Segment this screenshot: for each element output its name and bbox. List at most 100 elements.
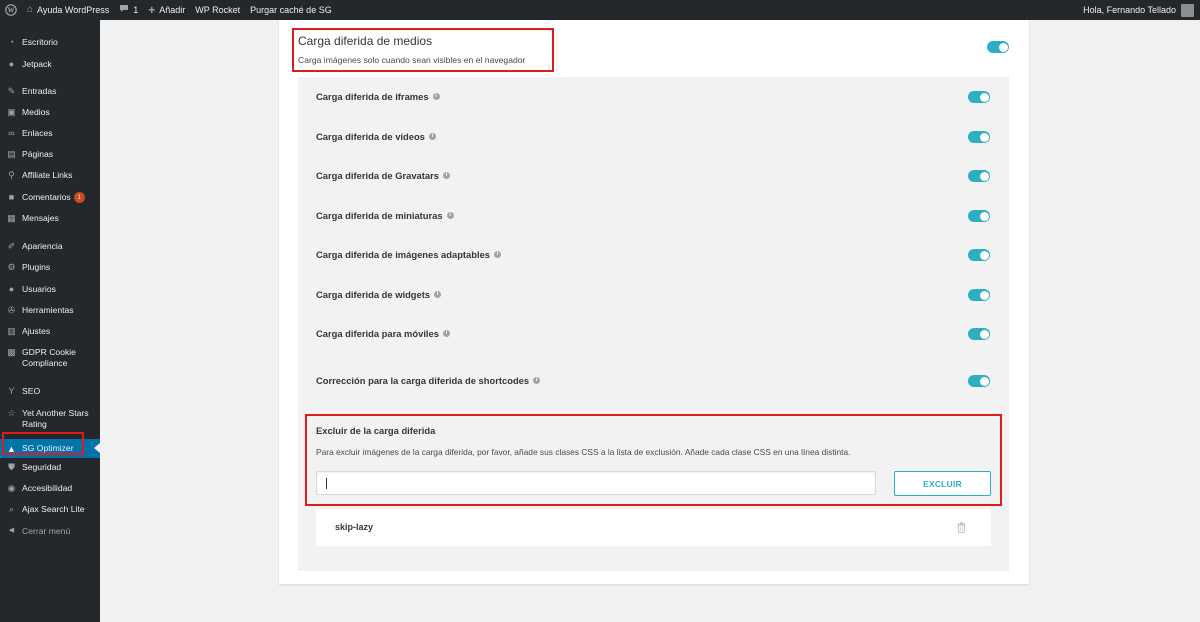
lazy-load-media-description: Carga imágenes solo cuando sean visibles…: [298, 55, 526, 65]
purge-cache-link[interactable]: Purgar caché de SG: [245, 0, 337, 20]
sidebar-item-jetpack[interactable]: ● Jetpack: [0, 59, 100, 70]
option-label: Corrección para la carga diferida de sho…: [316, 375, 530, 386]
info-icon[interactable]: i: [494, 251, 502, 258]
info-icon[interactable]: i: [442, 330, 450, 337]
sidebar-item-label: Ajax Search Lite: [22, 504, 85, 514]
comments-link[interactable]: 1: [114, 0, 143, 20]
media-icon: ▣: [7, 107, 16, 117]
option-toggle[interactable]: [968, 91, 990, 103]
sidebar-item-apariencia[interactable]: ✐ Apariencia: [0, 241, 100, 252]
sidebar-item-plugins[interactable]: ⚙ Plugins: [0, 262, 100, 273]
option-toggle[interactable]: [968, 249, 990, 261]
option-row-label: Carga diferida de iframes i: [316, 91, 440, 102]
option-label: Carga diferida de vídeos: [316, 131, 425, 142]
sidebar-item-label: Plugins: [22, 262, 51, 272]
option-row-label: Carga diferida de vídeos i: [316, 131, 436, 142]
option-label: Carga diferida de Gravatars: [316, 170, 439, 181]
trash-icon[interactable]: [957, 522, 966, 533]
admin-bar: W ⌂ Ayuda WordPress 1 + Añadir WP Rocket…: [0, 0, 1200, 20]
new-content-link[interactable]: + Añadir: [143, 0, 190, 20]
sidebar-item-seo[interactable]: Y SEO: [0, 386, 100, 397]
option-row-label: Carga diferida de imágenes adaptables i: [316, 249, 502, 260]
lazy-load-options-panel: [298, 77, 1009, 571]
site-name: Ayuda WordPress: [37, 5, 110, 15]
seo-icon: Y: [8, 386, 15, 396]
sidebar-item-yet-another-stars-rating[interactable]: ☆ Yet Another Stars Rating: [0, 408, 100, 430]
sidebar-item-label-wrap: Comentarios 1: [22, 192, 85, 203]
affiliate-link-icon: ⚲: [8, 170, 15, 180]
sidebar-item-label: Escritorio: [22, 37, 58, 47]
option-toggle[interactable]: [968, 328, 990, 340]
excluded-class-item: skip-lazy: [316, 509, 991, 546]
sidebar-item-ajustes[interactable]: ▥ Ajustes: [0, 326, 100, 337]
sidebar-item-accesibilidad[interactable]: ◉ Accesibilidad: [0, 483, 100, 494]
wrench-icon: ✇: [7, 305, 16, 315]
info-icon[interactable]: i: [428, 133, 436, 140]
option-row-label: Carga diferida para móviles i: [316, 328, 450, 339]
comments-count: 1: [133, 5, 139, 15]
admin-sidebar: ◔ Escritorio ● Jetpack ✎ Entradas ▣ Medios ∞ Enla…: [0, 20, 100, 622]
site-name-link[interactable]: ⌂ Ayuda WordPress: [22, 0, 114, 20]
sidebar-item-mensajes[interactable]: ▦ Mensajes: [0, 213, 100, 224]
active-menu-arrow: [94, 443, 100, 453]
sidebar-item-herramientas[interactable]: ✇ Herramientas: [0, 305, 100, 316]
sidebar-item-label: Jetpack: [22, 59, 52, 69]
settings-icon: ▥: [7, 326, 16, 336]
sidebar-item-comentarios[interactable]: ■ Comentarios 1: [0, 192, 100, 203]
avatar: [1181, 3, 1194, 17]
option-toggle[interactable]: [968, 131, 990, 143]
option-toggle[interactable]: [968, 170, 990, 182]
sidebar-item-páginas[interactable]: ▤ Páginas: [0, 149, 100, 160]
option-label: Carga diferida de iframes: [316, 91, 429, 102]
sidebar-item-label: Herramientas: [22, 305, 74, 315]
page-icon: ▤: [7, 149, 16, 159]
info-icon[interactable]: i: [533, 377, 541, 384]
sidebar-item-enlaces[interactable]: ∞ Enlaces: [0, 128, 100, 139]
greeting: Hola, Fernando Tellado: [1083, 5, 1176, 15]
sidebar-item-label: Cerrar menú: [22, 526, 71, 536]
option-toggle[interactable]: [968, 375, 990, 387]
my-account-link[interactable]: Hola, Fernando Tellado: [1078, 0, 1200, 20]
plugin-icon: ⚙: [7, 262, 16, 272]
exclude-title: Excluir de la carga diferida: [316, 425, 436, 436]
sidebar-item-label: Accesibilidad: [22, 483, 73, 493]
collapse-icon: ◀: [8, 527, 15, 534]
option-row-label: Carga diferida de miniaturas i: [316, 210, 454, 221]
text-cursor: [326, 478, 327, 489]
info-icon[interactable]: i: [446, 212, 454, 219]
sidebar-item-usuarios[interactable]: ● Usuarios: [0, 284, 100, 295]
wp-rocket-label: WP Rocket: [195, 5, 241, 15]
sidebar-item-label: Usuarios: [22, 284, 56, 294]
info-icon[interactable]: i: [442, 172, 450, 179]
option-toggle[interactable]: [968, 289, 990, 301]
sidebar-item-label: Yet Another Stars Rating: [22, 408, 89, 429]
sidebar-item-cerrar-menú[interactable]: ◀ Cerrar menú: [0, 526, 100, 537]
sidebar-item-label: Páginas: [22, 149, 54, 159]
users-icon: ●: [8, 284, 15, 294]
comment-bubble-icon: [119, 4, 129, 16]
info-icon[interactable]: i: [434, 291, 442, 298]
exclude-css-class-input[interactable]: [316, 471, 876, 495]
sidebar-item-escritorio[interactable]: ◔ Escritorio: [0, 37, 100, 48]
exclude-button[interactable]: EXCLUIR: [894, 471, 991, 496]
sidebar-item-seguridad[interactable]: ⛊ Seguridad: [0, 462, 100, 473]
option-toggle[interactable]: [968, 210, 990, 222]
sidebar-item-label: Entradas: [22, 86, 57, 96]
wp-rocket-link[interactable]: WP Rocket: [190, 0, 245, 20]
sidebar-item-ajax-search-lite[interactable]: ⌕ Ajax Search Lite: [0, 504, 100, 515]
info-icon[interactable]: i: [432, 93, 440, 100]
sidebar-item-sg-optimizer[interactable]: ▲ SG Optimizer: [0, 439, 100, 458]
sidebar-item-label: Apariencia: [22, 241, 63, 251]
comment-count-badge: 1: [73, 192, 85, 203]
sidebar-item-entradas[interactable]: ✎ Entradas: [0, 86, 100, 97]
option-label: Carga diferida de miniaturas: [316, 210, 443, 221]
star-icon: ☆: [7, 408, 16, 418]
sidebar-item-gdpr-cookie-compliance[interactable]: ▩ GDPR Cookie Compliance: [0, 347, 100, 369]
sidebar-item-affiliate-links[interactable]: ⚲ Affiliate Links: [0, 170, 100, 181]
wordpress-logo-icon[interactable]: W: [0, 0, 22, 20]
link-icon: ∞: [8, 128, 15, 138]
lazy-load-media-toggle[interactable]: [987, 41, 1009, 53]
exclude-description: Para excluir imágenes de la carga diferi…: [316, 447, 851, 457]
option-row-label: Carga diferida de Gravatars i: [316, 170, 450, 181]
sidebar-item-medios[interactable]: ▣ Medios: [0, 107, 100, 118]
